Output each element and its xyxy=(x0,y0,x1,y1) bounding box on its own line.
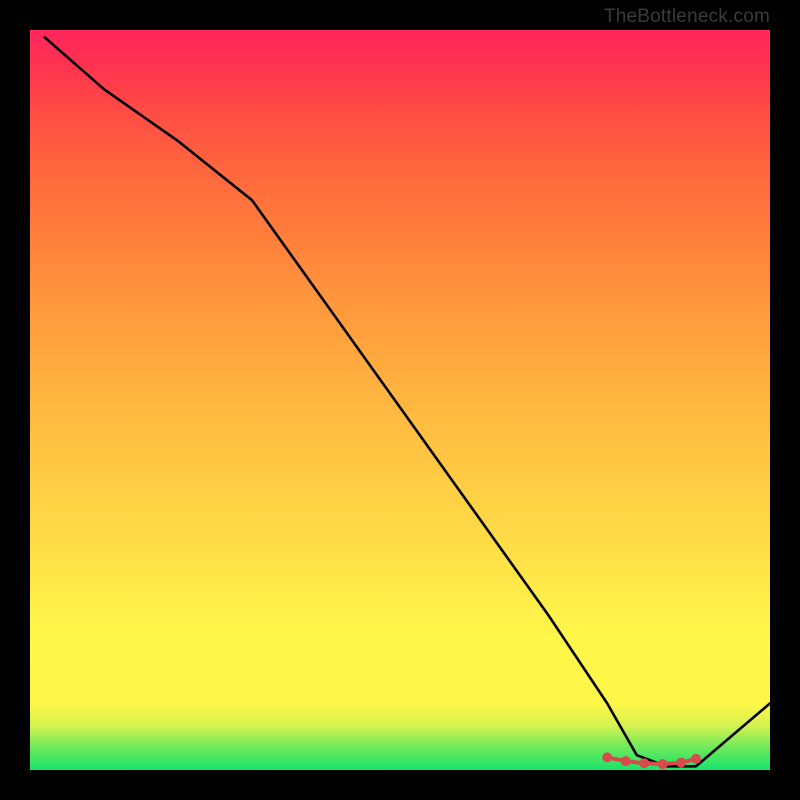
plot-area xyxy=(30,30,770,770)
chart-container: { "watermark_text": "TheBottleneck.com",… xyxy=(0,0,800,800)
watermark-text: TheBottleneck.com xyxy=(604,6,770,28)
